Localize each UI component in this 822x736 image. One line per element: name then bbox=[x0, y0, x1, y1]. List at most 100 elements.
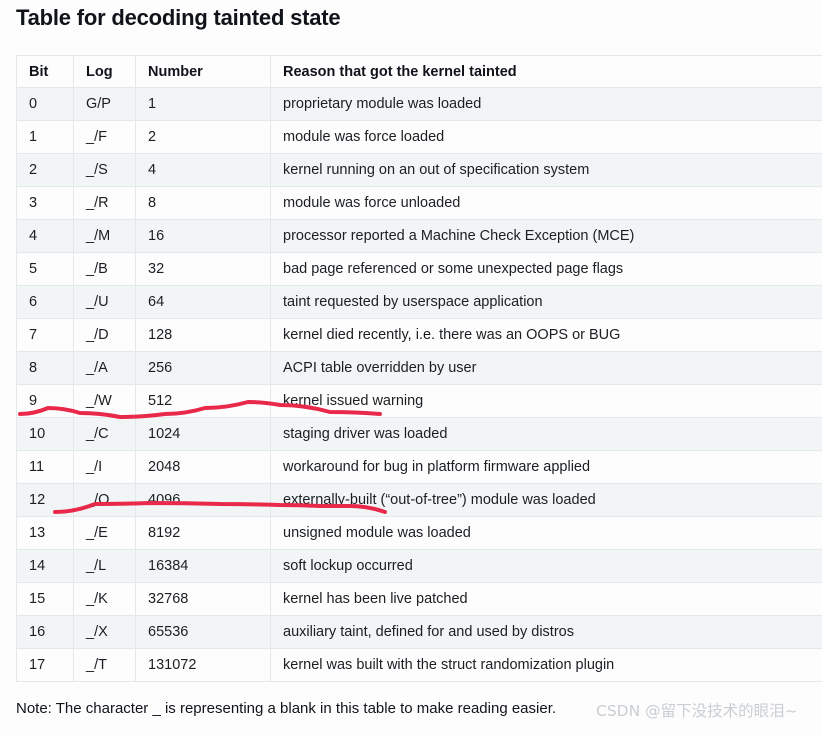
cell-log: G/P bbox=[73, 87, 136, 121]
cell-reason: bad page referenced or some unexpected p… bbox=[270, 252, 822, 286]
cell-reason: kernel issued warning bbox=[270, 384, 822, 418]
cell-number: 4096 bbox=[135, 483, 271, 517]
cell-reason: kernel has been live patched bbox=[270, 582, 822, 616]
cell-reason: module was force unloaded bbox=[270, 186, 822, 220]
table-row: 6 _/U 64 taint requested by userspace appli… bbox=[16, 285, 822, 319]
cell-log: _/E bbox=[73, 516, 136, 550]
cell-number: 32 bbox=[135, 252, 271, 286]
page-title: Table for decoding tainted state bbox=[16, 5, 341, 30]
cell-log: _/F bbox=[73, 120, 136, 154]
cell-reason: module was force loaded bbox=[270, 120, 822, 154]
cell-bit: 1 bbox=[16, 120, 74, 154]
cell-log: _/O bbox=[73, 483, 136, 517]
column-header-reason: Reason that got the kernel tainted bbox=[270, 55, 822, 88]
cell-bit: 5 bbox=[16, 252, 74, 286]
cell-bit: 13 bbox=[16, 516, 74, 550]
cell-bit: 3 bbox=[16, 186, 74, 220]
csdn-watermark: CSDN @留下没技术的眼泪~ bbox=[596, 702, 798, 720]
cell-number: 64 bbox=[135, 285, 271, 319]
cell-number: 32768 bbox=[135, 582, 271, 616]
cell-bit: 12 bbox=[16, 483, 74, 517]
cell-reason: ACPI table overridden by user bbox=[270, 351, 822, 385]
column-header-bit: Bit bbox=[16, 55, 74, 88]
table-row: 5 _/B 32 bad page referenced or some unexpe… bbox=[16, 252, 822, 286]
cell-bit: 8 bbox=[16, 351, 74, 385]
cell-bit: 2 bbox=[16, 153, 74, 187]
cell-reason: auxiliary taint, defined for and used by… bbox=[270, 615, 822, 649]
column-header-number: Number bbox=[135, 55, 271, 88]
cell-number: 256 bbox=[135, 351, 271, 385]
cell-number: 16384 bbox=[135, 549, 271, 583]
table-row: 9 _/W 512 kernel issued warning bbox=[16, 384, 822, 418]
cell-bit: 0 bbox=[16, 87, 74, 121]
table-note: Note: The character _ is representing a … bbox=[16, 700, 557, 717]
table-row: 13 _/E 8192 unsigned module was loaded bbox=[16, 516, 822, 550]
cell-log: _/C bbox=[73, 417, 136, 451]
cell-reason: soft lockup occurred bbox=[270, 549, 822, 583]
cell-bit: 17 bbox=[16, 648, 74, 682]
cell-reason: kernel running on an out of specificatio… bbox=[270, 153, 822, 187]
cell-reason: externally-built (“out-of-tree”) module … bbox=[270, 483, 822, 517]
cell-reason: kernel died recently, i.e. there was an … bbox=[270, 318, 822, 352]
table-row: 0 G/P 1 proprietary module was loaded bbox=[16, 87, 822, 121]
cell-bit: 16 bbox=[16, 615, 74, 649]
column-header-log: Log bbox=[73, 55, 136, 88]
cell-log: _/X bbox=[73, 615, 136, 649]
cell-reason: processor reported a Machine Check Excep… bbox=[270, 219, 822, 253]
table-row: 1 _/F 2 module was force loaded bbox=[16, 120, 822, 154]
table-row: 17 _/T 131072 kernel was built with the str… bbox=[16, 648, 822, 682]
taint-decoding-table: Bit Log Number Reason that got the kerne… bbox=[16, 55, 822, 682]
table-header: Bit Log Number Reason that got the kerne… bbox=[16, 55, 822, 88]
table-row: 14 _/L 16384 soft lockup occurred bbox=[16, 549, 822, 583]
cell-reason: taint requested by userspace application bbox=[270, 285, 822, 319]
cell-bit: 7 bbox=[16, 318, 74, 352]
table-row: 10 _/C 1024 staging driver was loaded bbox=[16, 417, 822, 451]
cell-log: _/U bbox=[73, 285, 136, 319]
cell-log: _/R bbox=[73, 186, 136, 220]
table-row: 3 _/R 8 module was force unloaded bbox=[16, 186, 822, 220]
cell-reason: workaround for bug in platform firmware … bbox=[270, 450, 822, 484]
table-row: 2 _/S 4 kernel running on an out of specifi… bbox=[16, 153, 822, 187]
cell-bit: 11 bbox=[16, 450, 74, 484]
cell-reason: unsigned module was loaded bbox=[270, 516, 822, 550]
cell-bit: 4 bbox=[16, 219, 74, 253]
cell-number: 65536 bbox=[135, 615, 271, 649]
cell-number: 4 bbox=[135, 153, 271, 187]
cell-log: _/S bbox=[73, 153, 136, 187]
cell-bit: 14 bbox=[16, 549, 74, 583]
cell-reason: staging driver was loaded bbox=[270, 417, 822, 451]
cell-log: _/L bbox=[73, 549, 136, 583]
table-row: 12 _/O 4096 externally-built (“out-of-tree”… bbox=[16, 483, 822, 517]
page-root: Table for decoding tainted state Bit Log… bbox=[0, 0, 822, 736]
table-row: 8 _/A 256 ACPI table overridden by user bbox=[16, 351, 822, 385]
cell-reason: kernel was built with the struct randomi… bbox=[270, 648, 822, 682]
cell-bit: 6 bbox=[16, 285, 74, 319]
table-header-row: Bit Log Number Reason that got the kerne… bbox=[16, 55, 822, 88]
cell-log: _/A bbox=[73, 351, 136, 385]
cell-reason: proprietary module was loaded bbox=[270, 87, 822, 121]
table-row: 11 _/I 2048 workaround for bug in platform … bbox=[16, 450, 822, 484]
cell-number: 8 bbox=[135, 186, 271, 220]
cell-log: _/I bbox=[73, 450, 136, 484]
taint-table-container: Bit Log Number Reason that got the kerne… bbox=[16, 55, 822, 682]
table-row: 15 _/K 32768 kernel has been live patched bbox=[16, 582, 822, 616]
cell-number: 2 bbox=[135, 120, 271, 154]
cell-log: _/D bbox=[73, 318, 136, 352]
cell-number: 128 bbox=[135, 318, 271, 352]
cell-log: _/W bbox=[73, 384, 136, 418]
cell-bit: 15 bbox=[16, 582, 74, 616]
table-row: 7 _/D 128 kernel died recently, i.e. there … bbox=[16, 318, 822, 352]
table-body: 0 G/P 1 proprietary module was loaded 1 _/F 2 m… bbox=[16, 87, 822, 682]
cell-number: 8192 bbox=[135, 516, 271, 550]
table-row: 16 _/X 65536 auxiliary taint, defined for a… bbox=[16, 615, 822, 649]
cell-bit: 10 bbox=[16, 417, 74, 451]
cell-number: 2048 bbox=[135, 450, 271, 484]
cell-number: 16 bbox=[135, 219, 271, 253]
cell-log: _/M bbox=[73, 219, 136, 253]
cell-log: _/T bbox=[73, 648, 136, 682]
cell-number: 512 bbox=[135, 384, 271, 418]
cell-number: 131072 bbox=[135, 648, 271, 682]
table-row: 4 _/M 16 processor reported a Machine Check… bbox=[16, 219, 822, 253]
cell-log: _/K bbox=[73, 582, 136, 616]
cell-number: 1024 bbox=[135, 417, 271, 451]
